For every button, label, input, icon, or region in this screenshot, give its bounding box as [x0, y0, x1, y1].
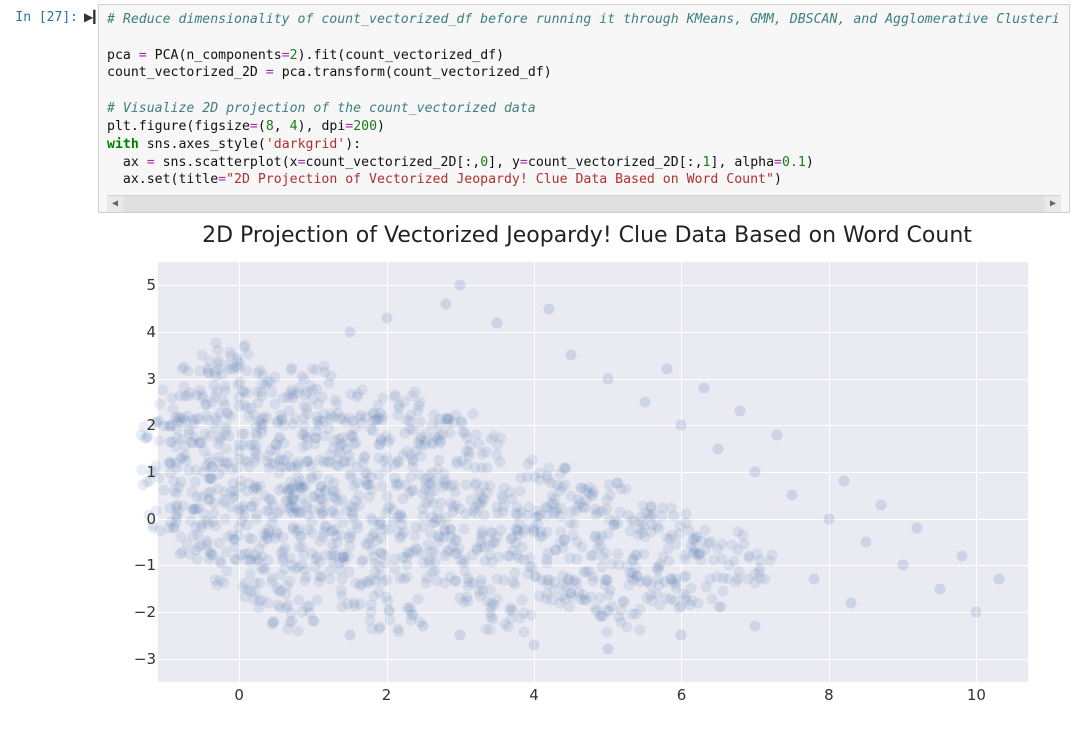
scroll-right-icon[interactable]: ▶: [1045, 196, 1061, 212]
y-tick: 4: [106, 323, 156, 341]
y-tick: −1: [106, 556, 156, 574]
run-cell-icon[interactable]: ▶▎: [84, 4, 98, 24]
scatter-chart: 0246810543210−1−2−3: [98, 252, 1038, 722]
x-tick: 0: [234, 686, 244, 704]
y-tick: −3: [106, 650, 156, 668]
code-comment: # Visualize 2D projection of the count_v…: [107, 101, 536, 116]
chart-title: 2D Projection of Vectorized Jeopardy! Cl…: [98, 223, 1076, 248]
x-tick: 4: [529, 686, 539, 704]
scroll-left-icon[interactable]: ◀: [107, 196, 123, 212]
x-tick: 10: [967, 686, 986, 704]
code-comment: # Reduce dimensionality of count_vectori…: [107, 12, 1060, 27]
code-editor[interactable]: # Reduce dimensionality of count_vectori…: [98, 4, 1070, 213]
y-tick: 2: [106, 416, 156, 434]
x-tick: 6: [677, 686, 687, 704]
horizontal-scrollbar[interactable]: ◀ ▶: [107, 195, 1061, 212]
cell-prompt: In [27]:: [0, 4, 84, 25]
y-tick: 5: [106, 276, 156, 294]
cell-output: 2D Projection of Vectorized Jeopardy! Cl…: [98, 223, 1076, 722]
x-tick: 2: [382, 686, 392, 704]
plot-area: [158, 262, 1028, 682]
y-tick: 3: [106, 370, 156, 388]
y-tick: 0: [106, 510, 156, 528]
x-tick: 8: [824, 686, 834, 704]
y-tick: −2: [106, 603, 156, 621]
y-tick: 1: [106, 463, 156, 481]
code-cell: In [27]: ▶▎ # Reduce dimensionality of c…: [0, 0, 1076, 217]
scroll-track[interactable]: [123, 196, 1045, 212]
